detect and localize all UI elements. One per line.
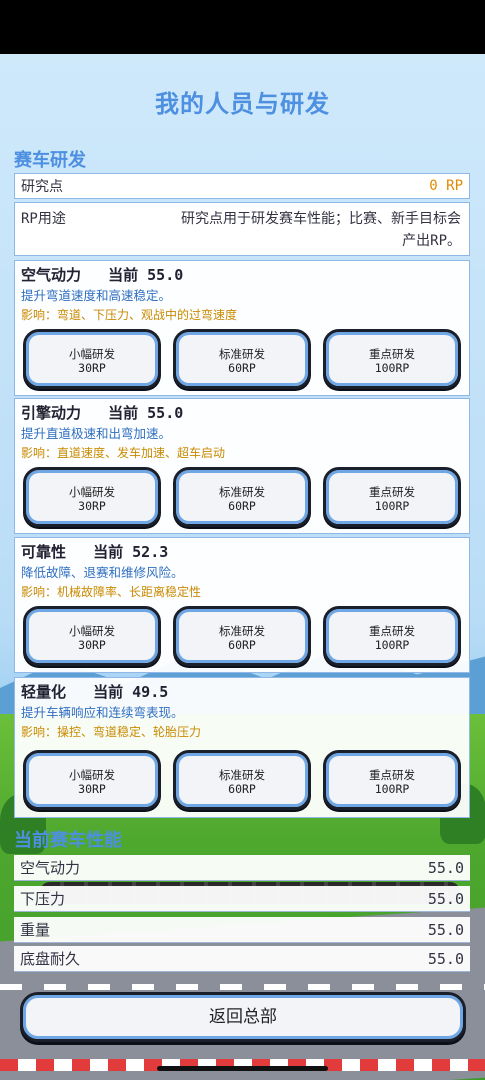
- button-label: 小幅研发: [69, 347, 115, 361]
- performance-row: 下压力 55.0: [14, 886, 470, 912]
- button-cost: 60RP: [228, 782, 256, 796]
- button-label: 标准研发: [219, 768, 265, 782]
- card-name: 引擎动力: [21, 404, 82, 422]
- home-indicator: [157, 1066, 328, 1071]
- stat-label: 下压力: [20, 890, 66, 908]
- card-name: 空气动力: [21, 266, 82, 284]
- button-cost: 100RP: [374, 638, 410, 652]
- button-cost: 100RP: [374, 499, 410, 513]
- section-title-rd: 赛车研发: [14, 150, 86, 171]
- page-title: 我的人员与研发: [155, 90, 330, 118]
- card-current: 当前 55.0: [108, 266, 184, 284]
- stat-label: 重量: [20, 921, 51, 939]
- standard-research-button[interactable]: 标准研发 60RP: [173, 467, 311, 527]
- button-cost: 30RP: [78, 361, 106, 375]
- card-impact: 影响：直道速度、发车加速、超车启动: [21, 446, 226, 460]
- research-points-row: 研究点 0 RP: [14, 173, 470, 199]
- small-research-button[interactable]: 小幅研发 30RP: [23, 750, 161, 810]
- stat-value: 55.0: [427, 949, 464, 968]
- card-heading: 空气动力 当前 55.0: [21, 264, 183, 285]
- small-research-button[interactable]: 小幅研发 30RP: [23, 606, 161, 666]
- research-points-label: 研究点: [21, 179, 63, 195]
- button-label: 小幅研发: [69, 768, 115, 782]
- button-cost: 100RP: [374, 361, 410, 375]
- focus-research-button[interactable]: 重点研发 100RP: [323, 467, 461, 527]
- small-research-button[interactable]: 小幅研发 30RP: [23, 467, 161, 527]
- button-label: 小幅研发: [69, 624, 115, 638]
- card-name: 轻量化: [21, 683, 67, 701]
- rd-card-lightweight: 轻量化 当前 49.5 提升车辆响应和连续弯表现。 影响：操控、弯道稳定、轮胎压…: [14, 677, 470, 818]
- button-label: 标准研发: [219, 347, 265, 361]
- rp-usage-row: RP用途 研究点用于研发赛车性能；比赛、新手目标会产出RP。: [14, 202, 470, 256]
- focus-research-button[interactable]: 重点研发 100RP: [323, 329, 461, 389]
- standard-research-button[interactable]: 标准研发 60RP: [173, 329, 311, 389]
- focus-research-button[interactable]: 重点研发 100RP: [323, 750, 461, 810]
- button-cost: 60RP: [228, 499, 256, 513]
- button-label: 标准研发: [219, 485, 265, 499]
- stat-label: 空气动力: [20, 859, 81, 877]
- stat-value: 55.0: [427, 889, 464, 908]
- button-cost: 60RP: [228, 638, 256, 652]
- section-title-performance: 当前赛车性能: [14, 830, 122, 851]
- standard-research-button[interactable]: 标准研发 60RP: [173, 750, 311, 810]
- button-label: 小幅研发: [69, 485, 115, 499]
- card-current: 当前 55.0: [108, 404, 184, 422]
- card-current: 当前 49.5: [93, 683, 169, 701]
- card-current: 当前 52.3: [93, 543, 169, 561]
- focus-research-button[interactable]: 重点研发 100RP: [323, 606, 461, 666]
- performance-row: 底盘耐久 55.0: [14, 946, 470, 972]
- card-heading: 引擎动力 当前 55.0: [21, 402, 183, 423]
- card-heading: 可靠性 当前 52.3: [21, 541, 168, 562]
- standard-research-button[interactable]: 标准研发 60RP: [173, 606, 311, 666]
- button-label: 重点研发: [369, 768, 415, 782]
- research-points-value: 0 RP: [429, 178, 463, 194]
- card-description: 提升直道极速和出弯加速。: [21, 426, 172, 441]
- performance-row: 空气动力 55.0: [14, 855, 470, 881]
- card-heading: 轻量化 当前 49.5: [21, 681, 168, 702]
- rd-card-aero: 空气动力 当前 55.0 提升弯道速度和高速稳定。 影响：弯道、下压力、观战中的…: [14, 260, 470, 396]
- rd-card-reliability: 可靠性 当前 52.3 降低故障、退赛和维修风险。 影响：机械故障率、长距离稳定…: [14, 537, 470, 673]
- button-cost: 30RP: [78, 782, 106, 796]
- card-description: 提升弯道速度和高速稳定。: [21, 288, 172, 303]
- card-impact: 影响：机械故障率、长距离稳定性: [21, 585, 202, 599]
- card-description: 提升车辆响应和连续弯表现。: [21, 705, 184, 720]
- button-cost: 30RP: [78, 499, 106, 513]
- rp-usage-label: RP用途: [21, 211, 66, 227]
- rd-card-engine: 引擎动力 当前 55.0 提升直道极速和出弯加速。 影响：直道速度、发车加速、超…: [14, 398, 470, 534]
- card-name: 可靠性: [21, 543, 67, 561]
- button-cost: 30RP: [78, 638, 106, 652]
- performance-row: 重量 55.0: [14, 917, 470, 943]
- button-label: 标准研发: [219, 624, 265, 638]
- stat-label: 底盘耐久: [20, 950, 81, 968]
- button-cost: 60RP: [228, 361, 256, 375]
- button-label: 重点研发: [369, 347, 415, 361]
- back-to-hq-button[interactable]: 返回总部: [20, 992, 466, 1042]
- button-cost: 100RP: [374, 782, 410, 796]
- card-impact: 影响：操控、弯道稳定、轮胎压力: [21, 725, 202, 739]
- card-description: 降低故障、退赛和维修风险。: [21, 565, 184, 580]
- button-label: 重点研发: [369, 624, 415, 638]
- small-research-button[interactable]: 小幅研发 30RP: [23, 329, 161, 389]
- stat-value: 55.0: [427, 858, 464, 877]
- card-impact: 影响：弯道、下压力、观战中的过弯速度: [21, 308, 238, 322]
- rp-usage-text: 研究点用于研发赛车性能；比赛、新手目标会产出RP。: [181, 211, 461, 249]
- track-line: [0, 984, 485, 990]
- button-label: 重点研发: [369, 485, 415, 499]
- stat-value: 55.0: [427, 920, 464, 939]
